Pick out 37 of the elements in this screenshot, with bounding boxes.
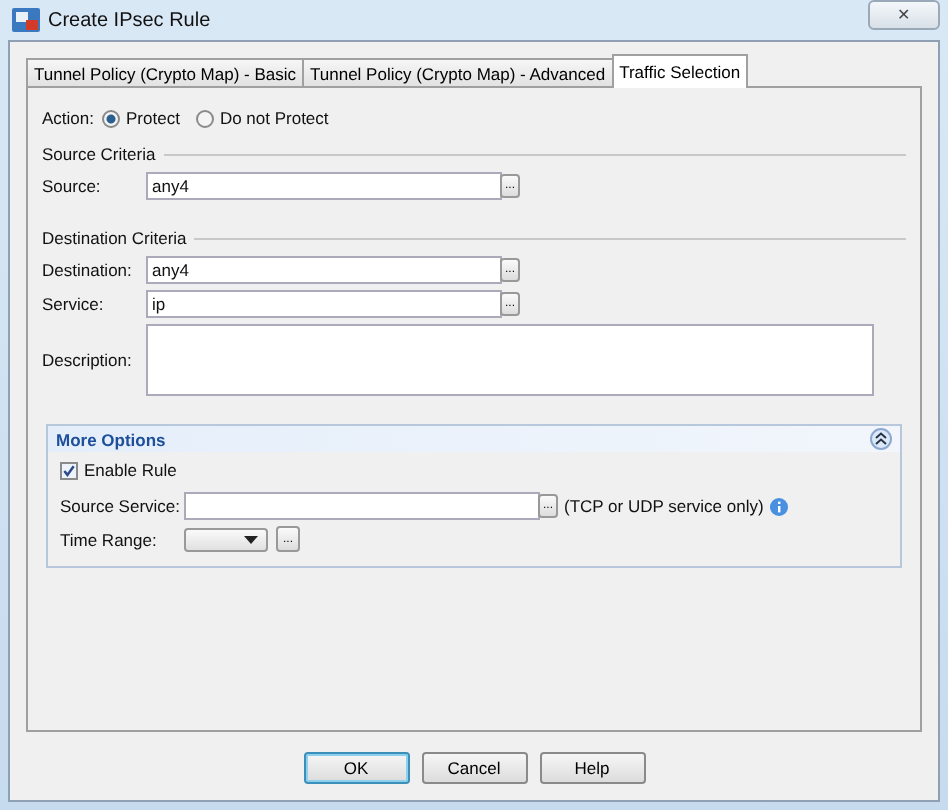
app-icon <box>12 8 40 32</box>
field-label: Destination: <box>42 260 134 280</box>
service-field[interactable]: ip <box>146 290 502 318</box>
radio-option[interactable]: Protect <box>102 108 180 128</box>
dialog-button[interactable]: OK <box>303 752 409 784</box>
field-label: Description: <box>42 350 134 370</box>
section-heading: Source Criteria <box>42 144 156 164</box>
section-heading: More Options <box>56 429 166 449</box>
hint-text: (TCP or UDP service only) <box>564 496 764 516</box>
dropdown-arrow-icon <box>244 535 258 543</box>
section-heading: Destination Criteria <box>42 228 187 248</box>
checkbox[interactable] <box>60 461 78 479</box>
radio-option[interactable]: Do not Protect <box>195 108 329 128</box>
destination-field[interactable]: any4 <box>146 256 502 284</box>
info-icon[interactable] <box>769 497 788 515</box>
radio-label: Do not Protect <box>219 108 329 128</box>
tab[interactable]: Tunnel Policy (Crypto Map) - Basic <box>26 58 305 86</box>
close-button[interactable]: ✕ <box>868 0 940 30</box>
tab[interactable]: Tunnel Policy (Crypto Map) - Advanced <box>302 58 614 86</box>
checkbox-label: Enable Rule <box>84 460 177 480</box>
field-label: Time Range: <box>60 529 159 549</box>
collapse-icon[interactable] <box>870 428 892 450</box>
field-label: Source: <box>42 176 103 196</box>
action-label: Action: <box>42 108 94 128</box>
field-label: Service: <box>42 294 106 314</box>
source-service-field[interactable] <box>184 492 540 520</box>
radio-button[interactable] <box>102 109 120 127</box>
dialog-button[interactable]: Cancel <box>421 752 527 784</box>
source-field[interactable]: any4 <box>146 172 502 200</box>
field-label: Source Service: <box>60 496 182 516</box>
time-range-dropdown[interactable] <box>184 527 268 551</box>
description-field[interactable] <box>146 324 874 396</box>
radio-button[interactable] <box>195 109 214 127</box>
window-title: Create IPsec Rule <box>48 9 211 31</box>
tab[interactable]: Traffic Selection <box>611 54 749 88</box>
dialog-button[interactable]: Help <box>539 752 645 784</box>
radio-label: Protect <box>126 108 180 128</box>
